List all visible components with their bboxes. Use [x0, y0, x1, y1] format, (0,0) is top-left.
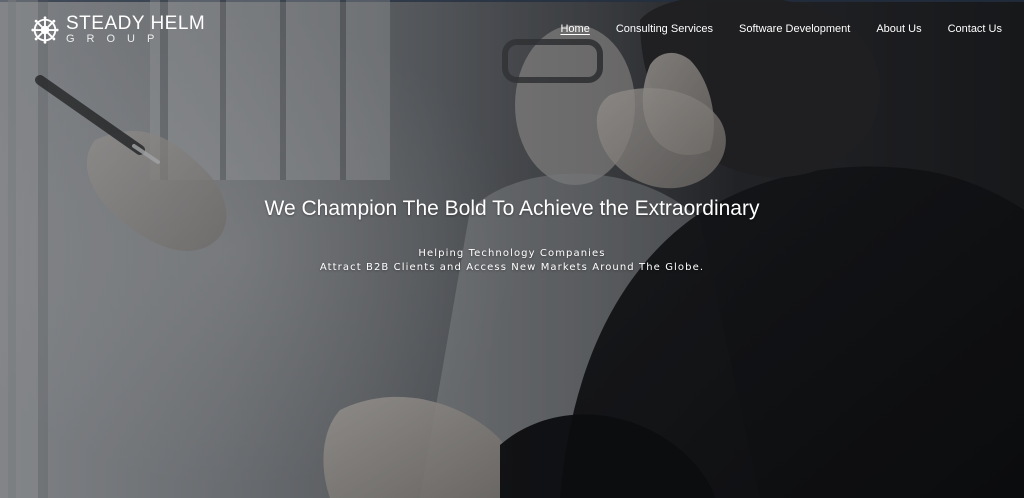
pointing-hand — [35, 75, 227, 251]
ship-wheel-icon — [31, 15, 59, 44]
nav-home[interactable]: Home — [560, 23, 589, 35]
hero-subheadline-line-2: Attract B2B Clients and Access New Marke… — [319, 262, 705, 273]
primary-navigation: Home Consulting Services Software Develo… — [534, 23, 1002, 35]
hero-section: STEADY HELM GROUP Home Consulting Servic… — [0, 0, 1024, 498]
nav-contact-us[interactable]: Contact Us — [948, 23, 1002, 35]
brand-text: STEADY HELM GROUP — [66, 14, 205, 45]
hero-headline: We Champion The Bold To Achieve the Extr… — [264, 197, 760, 220]
brand-name: STEADY HELM — [66, 13, 206, 34]
nav-consulting-services[interactable]: Consulting Services — [616, 23, 713, 35]
brand-subtitle: GROUP — [66, 33, 167, 45]
brand-logo-link[interactable]: STEADY HELM GROUP — [30, 14, 205, 45]
hero-subheadline-line-1: Helping Technology Companies — [418, 248, 606, 259]
top-border — [0, 0, 1024, 2]
nav-about-us[interactable]: About Us — [876, 23, 921, 35]
nav-software-development[interactable]: Software Development — [739, 23, 850, 35]
